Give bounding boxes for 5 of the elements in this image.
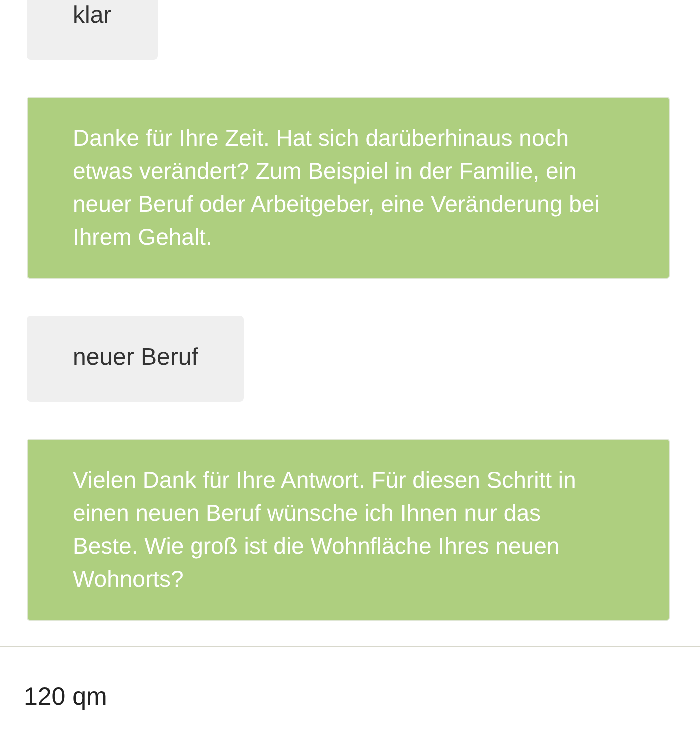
message-input[interactable]: 120 qm — [24, 682, 676, 712]
user-message: klar — [27, 0, 158, 60]
bot-message: Danke für Ihre Zeit. Hat sich darüberhinaus noch etwas verändert? Zum Beispiel in der Familie, ein neuer Beruf oder Arbeitgeber, eine Veränderung bei Ihrem Gehalt. — [27, 97, 670, 279]
bot-message: Vielen Dank für Ihre Antwort. Für diesen Schritt in einen neuen Beruf wünsche ich Ihnen nur das Beste. Wie groß ist die Wohnfläche Ihres neuen Wohnorts? — [27, 439, 670, 621]
user-message: neuer Beruf — [27, 316, 244, 402]
